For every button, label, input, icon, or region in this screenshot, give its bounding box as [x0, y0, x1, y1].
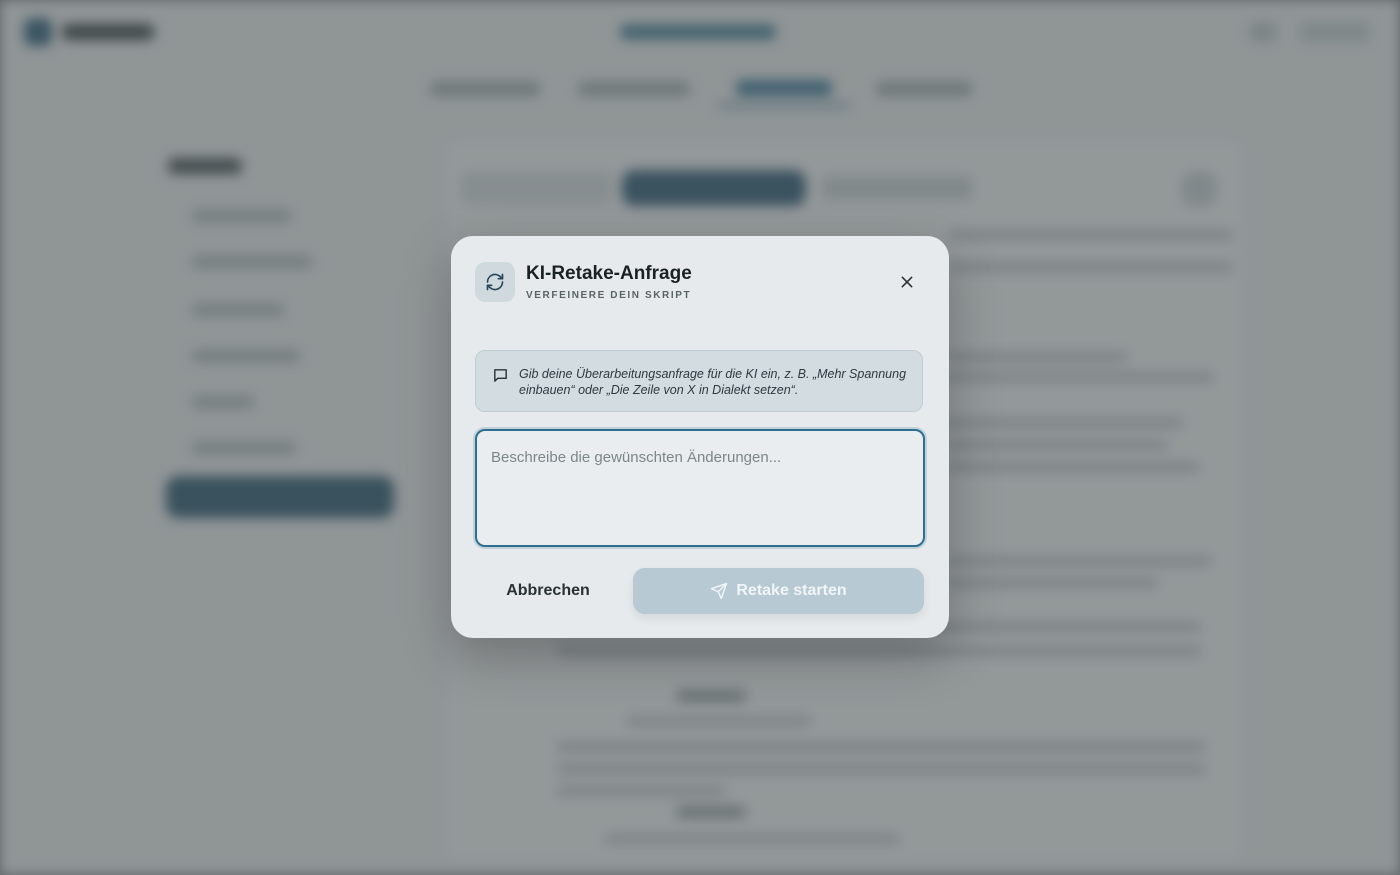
changes-textarea-wrapper [475, 429, 925, 547]
start-retake-button[interactable]: Retake starten [633, 568, 924, 614]
modal-title: KI-Retake-Anfrage [526, 263, 692, 284]
refresh-icon [475, 262, 515, 302]
close-icon [901, 276, 913, 288]
close-button[interactable] [895, 270, 919, 294]
send-icon [711, 582, 728, 600]
message-square-icon [492, 367, 509, 389]
info-text: Gib deine Überarbeitungsanfrage für die … [519, 367, 907, 397]
info-box: Gib deine Überarbeitungsanfrage für die … [475, 350, 923, 412]
cancel-button[interactable]: Abbrechen [475, 568, 621, 614]
start-retake-label: Retake starten [736, 582, 847, 599]
modal-subtitle: VERFEINERE DEIN SKRIPT [526, 290, 692, 301]
changes-textarea[interactable] [477, 431, 923, 545]
retake-modal: KI-Retake-Anfrage VERFEINERE DEIN SKRIPT… [451, 236, 949, 638]
